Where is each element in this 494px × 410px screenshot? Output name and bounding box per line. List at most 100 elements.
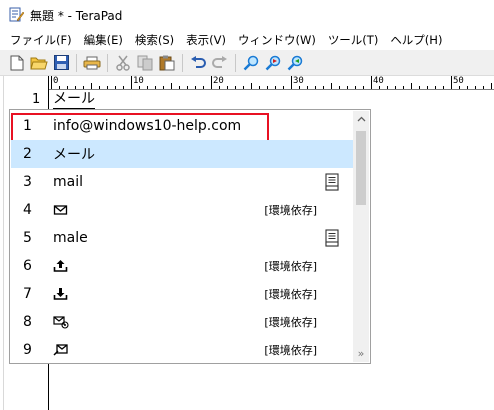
ruler-tick [115, 86, 116, 89]
email-sent-icon [53, 315, 69, 329]
column-ruler: 0 10 20 30 40 50 [49, 76, 494, 90]
candidate-item[interactable]: 4 [環境依存] [11, 196, 353, 224]
ruler-label: 30 [293, 76, 304, 86]
editor-line-text[interactable]: メール [53, 91, 95, 109]
copy-button[interactable] [134, 52, 156, 74]
ime-candidate-list: 1 info@windows10-help.com 2 メール 3 mail 4 [環境依存]… [9, 109, 371, 364]
menu-view[interactable]: 表示(V) [180, 30, 232, 50]
menu-help[interactable]: ヘルプ(H) [384, 30, 448, 50]
ruler-tick [227, 86, 228, 89]
candidate-number: 8 [23, 314, 32, 330]
ruler-tick [107, 86, 108, 89]
ruler-tick [291, 76, 292, 89]
candidate-item[interactable]: 3 mail [11, 168, 353, 196]
find-next-icon [265, 55, 281, 70]
find-prev-icon [287, 55, 303, 70]
ruler-tick [203, 86, 204, 89]
line-number: 1 [32, 92, 41, 107]
print-button[interactable] [81, 52, 103, 74]
redo-icon [212, 55, 227, 68]
ruler-tick [323, 86, 324, 89]
menu-tools[interactable]: ツール(T) [322, 30, 385, 50]
candidate-number: 4 [23, 202, 32, 218]
ruler-label: 10 [133, 76, 144, 86]
new-file-button[interactable] [6, 52, 28, 74]
toolbar-separator [235, 53, 236, 72]
ruler-tick [403, 86, 404, 89]
ruler-tick [51, 76, 52, 89]
ruler-tick [195, 86, 196, 89]
ruler-tick [211, 76, 212, 89]
candidate-item[interactable]: 7 [環境依存] [11, 280, 353, 308]
undo-button[interactable] [187, 52, 209, 74]
ruler-tick [491, 83, 492, 89]
menu-edit[interactable]: 編集(E) [78, 30, 129, 50]
new-file-icon [10, 55, 24, 70]
candidate-item[interactable]: 9 [環境依存] [11, 336, 353, 364]
ruler-tick [315, 86, 316, 89]
cut-button[interactable] [112, 52, 134, 74]
print-icon [83, 56, 101, 69]
ruler-tick [243, 86, 244, 89]
menu-search[interactable]: 検索(S) [129, 30, 180, 50]
save-button[interactable] [50, 52, 72, 74]
window-title: 無題 * - TeraPad [30, 8, 123, 23]
ruler-tick [283, 86, 284, 89]
ruler-tick [371, 76, 372, 89]
ruler-tick [443, 86, 444, 89]
candidate-item[interactable]: 1 info@windows10-help.com [11, 112, 353, 145]
ruler-tick [187, 86, 188, 89]
candidate-rows: 1 info@windows10-help.com 2 メール 3 mail 4 [環境依存]… [11, 112, 353, 364]
outbox-tray-icon [53, 259, 69, 273]
envelope-icon [53, 203, 69, 217]
toolbar [0, 50, 494, 76]
expand-candidates-button[interactable]: » [353, 346, 369, 362]
menu-file[interactable]: ファイル(F) [4, 30, 78, 50]
ruler-label: 20 [213, 76, 224, 86]
candidate-number: 9 [23, 342, 32, 358]
ruler-tick [331, 83, 332, 89]
cut-icon [116, 55, 130, 71]
ruler-tick [483, 86, 484, 89]
platform-dependent-tag: [環境依存] [264, 344, 317, 357]
candidate-item[interactable]: 8 [環境依存] [11, 308, 353, 336]
platform-dependent-tag: [環境依存] [264, 316, 317, 329]
candidate-text: mail [53, 174, 83, 190]
ruler-tick [179, 86, 180, 89]
candidate-text: メール [53, 147, 95, 163]
menu-window[interactable]: ウィンドウ(W) [232, 30, 322, 50]
undo-icon [191, 55, 206, 68]
open-folder-icon [30, 57, 48, 69]
find-prev-button[interactable] [284, 52, 306, 74]
scrollbar-thumb[interactable] [356, 131, 366, 205]
candidate-item[interactable]: 5 male [11, 224, 353, 252]
open-button[interactable] [28, 52, 50, 74]
scroll-up-button[interactable] [353, 111, 369, 127]
paste-button[interactable] [156, 52, 178, 74]
ruler-tick [131, 76, 132, 89]
toolbar-separator [182, 53, 183, 72]
candidate-item[interactable]: 2 メール [11, 140, 353, 168]
find-button[interactable] [240, 52, 262, 74]
find-next-button[interactable] [262, 52, 284, 74]
ruler-tick [475, 86, 476, 89]
ruler-tick [67, 86, 68, 89]
ruler-tick [419, 86, 420, 89]
ruler-tick [379, 86, 380, 89]
ruler-tick [451, 76, 452, 89]
ruler-tick [387, 86, 388, 89]
candidate-number: 5 [23, 230, 32, 246]
redo-button[interactable] [209, 52, 231, 74]
title-bar: 無題 * - TeraPad [0, 0, 494, 30]
terapad-app-icon [9, 7, 24, 22]
candidate-number: 7 [23, 286, 32, 302]
ruler-tick [339, 86, 340, 89]
ruler-tick [219, 86, 220, 89]
candidate-scrollbar[interactable]: » [353, 111, 369, 362]
dictionary-icon[interactable] [325, 229, 339, 247]
candidate-item[interactable]: 6 [環境依存] [11, 252, 353, 280]
editor-left-border [3, 76, 4, 410]
dictionary-icon[interactable] [325, 173, 339, 191]
ruler-label: 50 [453, 76, 464, 86]
find-icon [243, 55, 259, 70]
